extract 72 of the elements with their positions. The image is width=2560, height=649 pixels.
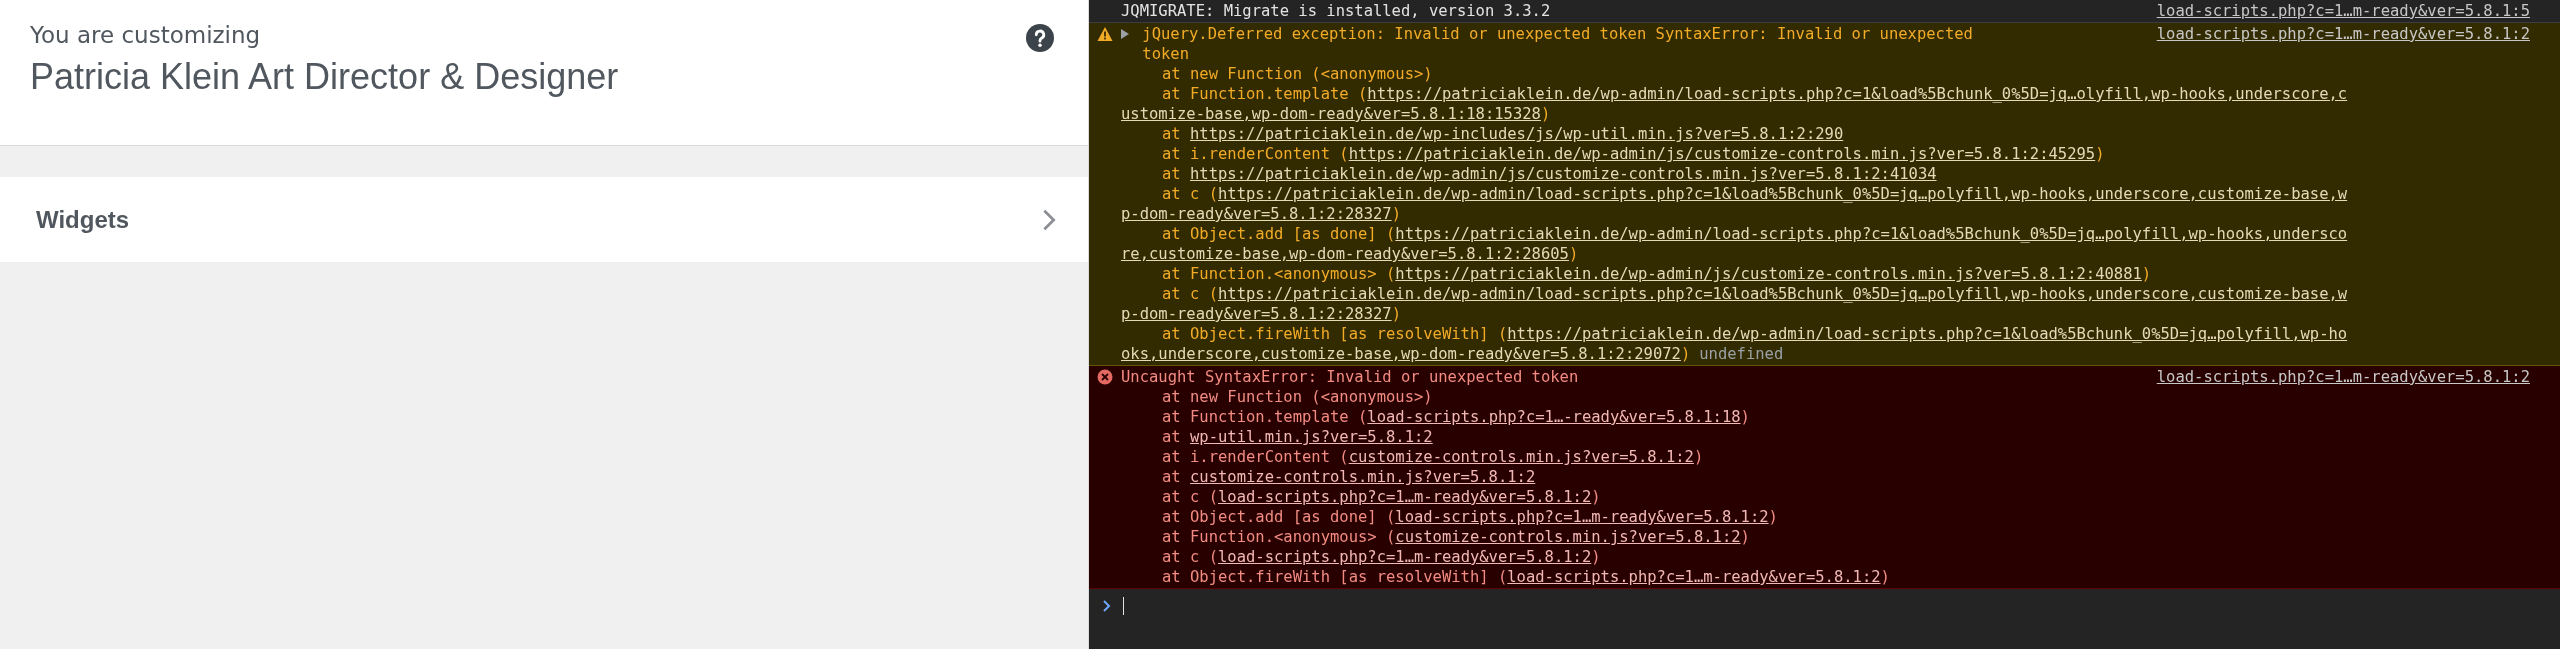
stack-link[interactable]: wp-util.min.js?ver=5.8.1:2 bbox=[1190, 428, 1433, 446]
stack-link[interactable]: p-dom-ready&ver=5.8.1:2:28327 bbox=[1121, 305, 1392, 323]
stack-frame: at Object.add [as done] ( bbox=[1162, 225, 1396, 243]
stack-frame-end: ) bbox=[1591, 488, 1601, 506]
stack-link[interactable]: https://patriciaklein.de/wp-admin/load-scripts.php?c=1&load%5Bchunk_0%5D=jq…polyfill,wp-hooks,undersco bbox=[1395, 225, 2348, 243]
prompt-chevron-icon bbox=[1103, 600, 1111, 612]
site-title: Patricia Klein Art Director & Designer bbox=[30, 56, 619, 98]
stack-frame-end: ) bbox=[1568, 245, 1579, 263]
stack-link[interactable]: customize-controls.min.js?ver=5.8.1:2 bbox=[1348, 448, 1694, 466]
help-icon[interactable] bbox=[1026, 24, 1054, 52]
stack-frame: at i.renderContent ( bbox=[1162, 448, 1349, 466]
stack-frame-end: ) bbox=[1391, 205, 1401, 223]
stack-frame: at c ( bbox=[1162, 548, 1218, 566]
stack-frame-end: ) bbox=[2095, 145, 2105, 163]
stack-link[interactable]: load-scripts.php?c=1…m-ready&ver=5.8.1:2 bbox=[1395, 508, 1769, 526]
stack-frame: at Object.add [as done] ( bbox=[1162, 508, 1396, 526]
stack-frame-end: ) bbox=[1693, 448, 1704, 466]
stack-frame: at Object.fireWith [as resolveWith] ( bbox=[1162, 325, 1508, 343]
stack-frame-end: ) bbox=[1680, 345, 1691, 363]
stack-frame: at c ( bbox=[1162, 488, 1218, 506]
source-link[interactable]: load-scripts.php?c=1…m-ready&ver=5.8.1:2 bbox=[2156, 367, 2530, 387]
stack-link[interactable]: https://patriciaklein.de/wp-admin/load-scripts.php?c=1&load%5Bchunk_0%5D=jq…polyfill,wp-hooks,underscore,customize-base,w bbox=[1218, 285, 2348, 303]
stack-link[interactable]: customize-controls.min.js?ver=5.8.1:2 bbox=[1190, 468, 1536, 486]
stack-link[interactable]: p-dom-ready&ver=5.8.1:2:28327 bbox=[1121, 205, 1392, 223]
source-link[interactable]: load-scripts.php?c=1…m-ready&ver=5.8.1:5 bbox=[2156, 1, 2530, 21]
stack-frame: at new Function (<anonymous>) bbox=[1162, 65, 1433, 83]
stack-link[interactable]: https://patriciaklein.de/wp-admin/js/customize-controls.min.js?ver=5.8.1:2:41034 bbox=[1190, 165, 1937, 183]
stack-frame: at Function.template ( bbox=[1162, 85, 1368, 103]
stack-frame: at bbox=[1162, 125, 1190, 143]
stack-frame: at new Function (<anonymous>) bbox=[1162, 388, 1433, 406]
stack-frame-end: ) bbox=[1880, 568, 1890, 586]
stack-frame-end: ) bbox=[1768, 508, 1778, 526]
return-value: undefined bbox=[1699, 345, 1784, 363]
stack-frame: at Function.<anonymous> ( bbox=[1162, 265, 1396, 283]
stack-link[interactable]: load-scripts.php?c=1…-ready&ver=5.8.1:18 bbox=[1367, 408, 1741, 426]
stack-frame-end: ) bbox=[1740, 528, 1750, 546]
stack-frame: at bbox=[1162, 468, 1190, 486]
stack-link[interactable]: load-scripts.php?c=1…m-ready&ver=5.8.1:2 bbox=[1218, 488, 1592, 506]
stack-link[interactable]: ustomize-base,wp-dom-ready&ver=5.8.1:18:15328 bbox=[1121, 105, 1541, 123]
console-message: JQMIGRATE: Migrate is installed, version 3.3.2 bbox=[1121, 1, 1551, 21]
stack-frame: at bbox=[1162, 428, 1190, 446]
stack-frame: at Object.fireWith [as resolveWith] ( bbox=[1162, 568, 1508, 586]
customizing-label: You are customizing bbox=[30, 22, 262, 48]
stack-link[interactable]: https://patriciaklein.de/wp-admin/js/customize-controls.min.js?ver=5.8.1:2:45295 bbox=[1348, 145, 2096, 163]
stack-link[interactable]: load-scripts.php?c=1…m-ready&ver=5.8.1:2 bbox=[1218, 548, 1592, 566]
stack-frame-end: ) bbox=[1740, 408, 1750, 426]
stack-link[interactable]: customize-controls.min.js?ver=5.8.1:2 bbox=[1395, 528, 1741, 546]
stack-frame-end: ) bbox=[2141, 265, 2152, 283]
stack-frame: at c ( bbox=[1162, 285, 1218, 303]
stack-frame: at bbox=[1162, 165, 1190, 183]
stack-frame: at c ( bbox=[1162, 185, 1218, 203]
stack-link[interactable]: https://patriciaklein.de/wp-admin/load-scripts.php?c=1&load%5Bchunk_0%5D=jq…polyfill,wp-hooks,underscore,customize-base,w bbox=[1218, 185, 2348, 203]
stack-link[interactable]: re,customize-base,wp-dom-ready&ver=5.8.1:2:28605 bbox=[1121, 245, 1569, 263]
console-message: Uncaught SyntaxError: Invalid or unexpected token bbox=[1121, 367, 1579, 387]
widgets-section[interactable]: Widgets bbox=[0, 177, 1088, 262]
stack-link[interactable]: load-scripts.php?c=1…m-ready&ver=5.8.1:2 bbox=[1507, 568, 1881, 586]
stack-frame-end: ) bbox=[1391, 305, 1401, 323]
chevron-right-icon bbox=[1042, 207, 1056, 232]
stack-link[interactable]: https://patriciaklein.de/wp-admin/load-scripts.php?c=1&load%5Bchunk_0%5D=jq…olyfill,wp-hooks,underscore,c bbox=[1367, 85, 2348, 103]
stack-frame: at i.renderContent ( bbox=[1162, 145, 1349, 163]
stack-frame: at Function.<anonymous> ( bbox=[1162, 528, 1396, 546]
stack-link[interactable]: oks,underscore,customize-base,wp-dom-ready&ver=5.8.1:2:29072 bbox=[1121, 345, 1681, 363]
stack-link[interactable]: https://patriciaklein.de/wp-includes/js/wp-util.min.js?ver=5.8.1:2:290 bbox=[1190, 125, 1844, 143]
error-icon bbox=[1097, 369, 1113, 385]
stack-frame-end: ) bbox=[1540, 105, 1551, 123]
stack-link[interactable]: https://patriciaklein.de/wp-admin/load-scripts.php?c=1&load%5Bchunk_0%5D=jq…polyfill,wp-ho bbox=[1507, 325, 2348, 343]
source-link[interactable]: load-scripts.php?c=1…m-ready&ver=5.8.1:2 bbox=[2156, 24, 2530, 64]
warning-icon bbox=[1097, 26, 1113, 42]
stack-frame-end: ) bbox=[1591, 548, 1601, 566]
stack-frame: at Function.template ( bbox=[1162, 408, 1368, 426]
disclosure-triangle-icon[interactable] bbox=[1121, 29, 1129, 39]
stack-link[interactable]: https://patriciaklein.de/wp-admin/js/customize-controls.min.js?ver=5.8.1:2:40881 bbox=[1395, 265, 2142, 283]
